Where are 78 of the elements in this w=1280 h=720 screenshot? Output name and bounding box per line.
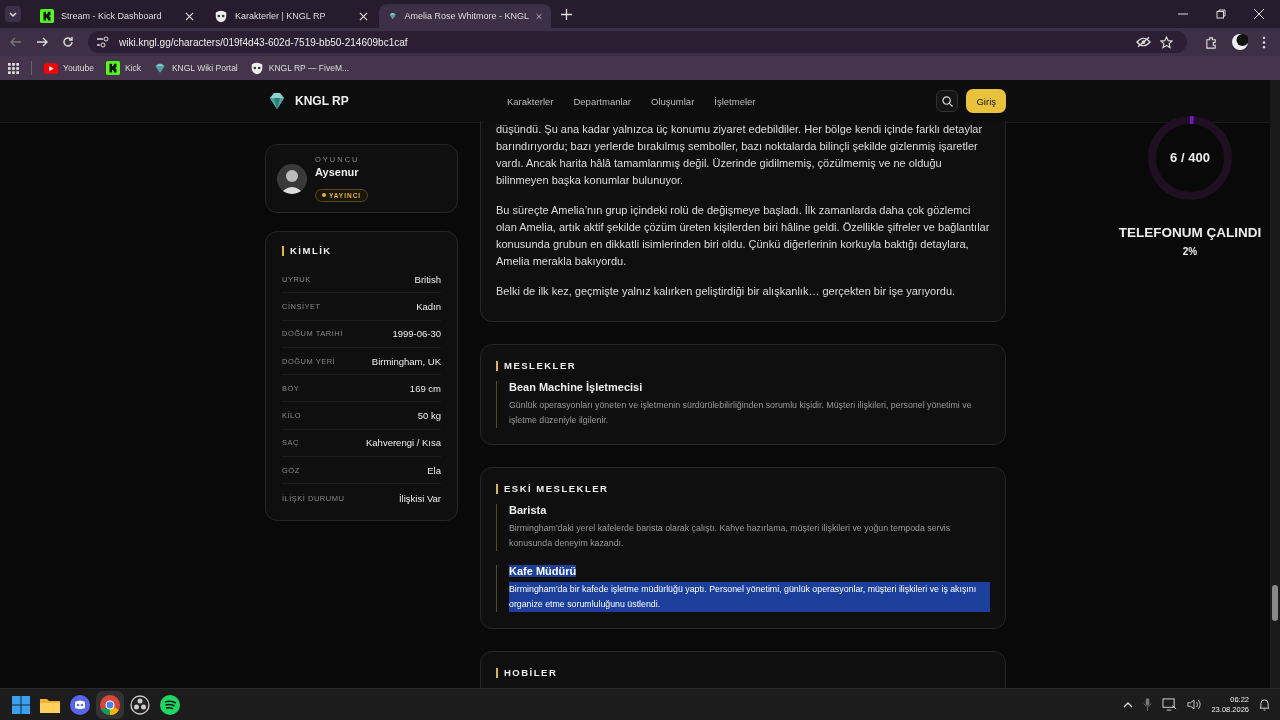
kick-logo-icon [40, 9, 54, 23]
bookmark-link[interactable]: Youtube [44, 62, 94, 74]
brand-name[interactable]: KNGL RP [295, 94, 349, 108]
bookmark-link[interactable]: KNGL Wiki Portal [152, 61, 238, 75]
section-title: ESKİ MESLEKLER [496, 484, 990, 494]
browser-tab[interactable]: Amelia Rose Whitmore - KNGL [379, 4, 551, 28]
spotify-icon[interactable] [160, 694, 180, 715]
scrollbar-thumb[interactable] [1272, 585, 1278, 621]
field-value: Birmingham, UK [371, 355, 441, 367]
mask-icon [249, 61, 264, 75]
reload-icon[interactable] [62, 36, 74, 48]
close-icon[interactable] [1254, 9, 1264, 19]
gem-logo-icon[interactable] [267, 91, 287, 111]
url-text: wiki.kngl.gg/characters/019f4d43-602d-7519-bb50-214609bc1caf [119, 36, 408, 48]
mask-icon [214, 9, 228, 23]
discord-icon[interactable] [70, 694, 90, 715]
nav-link[interactable]: Departmanlar [573, 95, 632, 107]
field-value: Ela [427, 464, 441, 476]
field-value: 169 cm [409, 382, 441, 394]
story-paragraph: Bu süreçte Amelia’nın grup içindeki rolü de değişmeye başladı. İlk zamanlarda daha çok gözlemci olan Amelia, artık aktif şekilde çözüm üreten kişilerden biri hâline geldi. Özellikle şifreler ve bağlantılar konusunda grubun en dikkatli isimlerinden biri oldu. Çünkü diğerlerinin korkuyla baktığı detaylara, Amelia merakla bakıyordu. [496, 203, 990, 269]
job-title: Kafe Müdürü [509, 565, 577, 577]
section-title: KİMLİK [282, 246, 441, 256]
nav-link[interactable]: İşletmeler [714, 95, 756, 107]
field-value: British [414, 273, 441, 285]
browser-tab[interactable]: Stream - Kick Dashboard [31, 4, 203, 28]
close-icon[interactable] [359, 11, 368, 21]
bookmark-link[interactable]: Kick [105, 61, 141, 75]
volume-icon[interactable] [1187, 698, 1202, 711]
obs-icon[interactable] [130, 694, 150, 715]
star-icon[interactable] [1160, 35, 1173, 49]
story-paragraph: Belki de ilk kez, geçmişte yalnız kalırken geliştirdiği bir alışkanlık… gerçekten bir işe yarıyordu. [496, 284, 957, 299]
browser-tab[interactable]: Karakterler | KNGL RP [205, 4, 377, 28]
search-icon [941, 95, 953, 107]
section-title: HOBİLER [496, 668, 990, 678]
counter-text: 6 / 400 [1169, 150, 1211, 165]
new-tab-button[interactable] [561, 8, 572, 20]
job-description: Birmingham'da bir kafede işletme müdürlüğü yaptı. Personel yönetimi, günlük operasyonlar, müşteri ilişkileri ve iş akışını organize etme sorumluluğunu üstlendi. [509, 582, 990, 612]
goal-title: TELEFONUM ÇALINDI [1118, 225, 1262, 240]
network-icon[interactable] [1162, 698, 1178, 711]
job-description: Birmingham'daki yerel kafelerde barista olarak çalıştı. Kahve hazırlama, müşteri ilişkileri ve yoğun tempoda servis konusunda deneyim kazandı. [509, 522, 952, 550]
start-icon[interactable] [12, 695, 30, 714]
player-name: Aysenur [315, 166, 360, 179]
nav-link[interactable]: Oluşumlar [651, 95, 695, 107]
bookmark-link[interactable]: KNGL RP — FiveM... [249, 61, 350, 75]
site-info-icon[interactable] [96, 36, 110, 48]
field-value: 1999-06-30 [392, 328, 441, 340]
back-icon[interactable] [10, 36, 22, 48]
scrollbar[interactable] [1270, 80, 1280, 688]
profile-avatar[interactable] [1232, 34, 1248, 50]
story-paragraph: düşündü. Şu ana kadar yalnızca üç konumu ziyaret edebildiler. Her bölge kendi içinde farklı detaylar barındırıyordu; bazı yerlerde bırakılmış semboller, bazı noktalarda bilinçli şekilde gizlenmiş işaretler vardı. Ancak harita hâlâ tamamlanmış değil. Üzerinde gidilmemiş, çözülmemiş ve ne olduğu bilinmeyen başka konumlar bulunuyor. [496, 122, 984, 188]
extensions-icon[interactable] [1205, 35, 1218, 49]
kick-logo-icon [105, 61, 120, 75]
field-value: 50 kg [417, 410, 441, 422]
menu-icon[interactable] [1262, 35, 1266, 49]
field-value: Kahverengi / Kısa [366, 437, 441, 449]
job-title: Bean Machine İşletmecisi [509, 381, 643, 393]
apps-icon[interactable] [8, 62, 19, 74]
field-value: Kadın [416, 300, 441, 312]
close-icon[interactable] [185, 11, 194, 21]
forward-icon[interactable] [36, 36, 48, 48]
field-value: İlişkisi Var [398, 492, 441, 504]
login-button[interactable]: Giriş [966, 89, 1006, 113]
bell-icon[interactable] [1259, 698, 1270, 711]
eye-off-icon[interactable] [1136, 36, 1151, 48]
tab-list-button[interactable] [5, 6, 21, 22]
restore-icon[interactable] [1216, 9, 1226, 19]
avatar [277, 163, 307, 194]
chevron-up-icon[interactable] [1123, 701, 1134, 708]
nav-link[interactable]: Karakterler [507, 95, 554, 107]
job-description: Günlük operasyonları yöneten ve işletmenin sürdürülebilirliğinden sorumlu kişidir. Müşteri ilişkileri, personel yönetimi ve işletme düzeniyle ilgilenir. [509, 399, 973, 427]
job-title: Barista [509, 504, 547, 516]
address-bar[interactable]: wiki.kngl.gg/characters/019f4d43-602d-7519-bb50-214609bc1caf [88, 31, 1187, 53]
goal-percent: 2% [1182, 246, 1198, 257]
search-button[interactable] [936, 90, 959, 112]
youtube-icon [44, 62, 58, 74]
section-title: MESLEKLER [496, 361, 990, 371]
microphone-icon[interactable] [1143, 698, 1153, 711]
folder-icon[interactable] [40, 696, 60, 713]
